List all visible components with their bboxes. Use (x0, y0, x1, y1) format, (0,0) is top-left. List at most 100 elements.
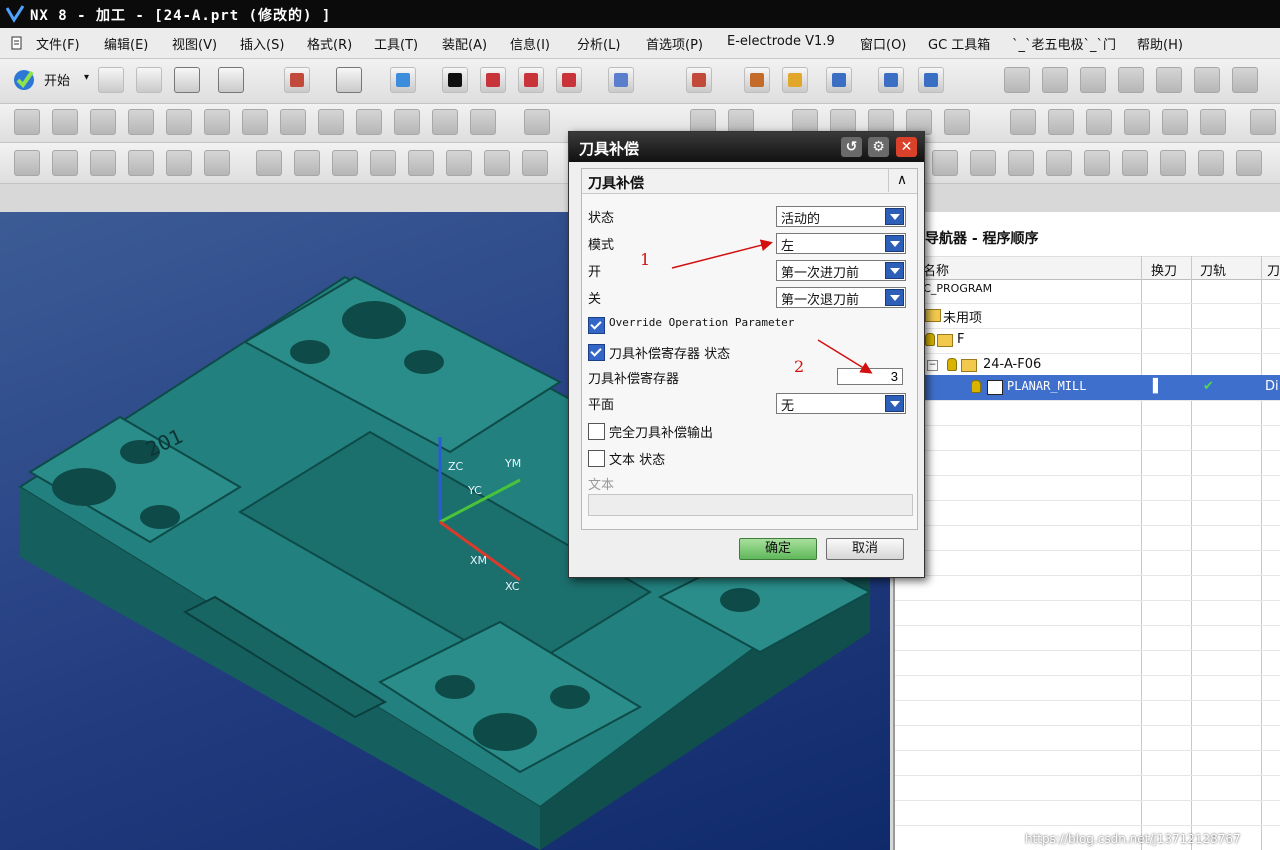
cancel-button[interactable]: 取消 (826, 538, 904, 560)
text-status-checkbox[interactable] (588, 450, 605, 467)
cylinder-icon[interactable] (480, 67, 506, 93)
menu-insert[interactable]: 插入(S) (240, 34, 284, 53)
select-cursor-icon[interactable] (218, 67, 244, 93)
tree-row-planar-mill[interactable]: PLANAR_MILL ▌ ✔ Di (895, 375, 1280, 401)
toolbar-icon[interactable] (204, 109, 230, 135)
toolbar-icon[interactable] (408, 150, 434, 176)
dropdown-arrow-icon[interactable] (885, 395, 904, 412)
menu-information[interactable]: 信息(I) (510, 34, 550, 53)
csys-icon[interactable] (686, 67, 712, 93)
override-checkbox[interactable] (588, 317, 605, 334)
toolbar-icon[interactable] (522, 150, 548, 176)
open-folder-icon[interactable] (136, 67, 162, 93)
dialog-title-bar[interactable]: 刀具补偿 ↺ ⚙ ✕ (569, 132, 924, 162)
menu-tools[interactable]: 工具(T) (374, 34, 418, 53)
plane-select[interactable]: 无 (776, 393, 906, 414)
toolbar-icon[interactable] (318, 109, 344, 135)
menu-laowu-electrode[interactable]: `_`老五电极`_`门 (1012, 34, 1116, 53)
dropdown-arrow-icon[interactable] (885, 235, 904, 252)
status-select[interactable]: 活动的 (776, 206, 906, 227)
toolbar-icon[interactable] (1080, 67, 1106, 93)
toolbar-icon[interactable] (14, 109, 40, 135)
toolbar-icon[interactable] (90, 150, 116, 176)
toolbar-icon[interactable] (1156, 67, 1182, 93)
tree-row-unused[interactable]: 未用项 (895, 303, 1280, 329)
menu-preferences[interactable]: 首选项(P) (646, 34, 703, 53)
toolbar-icon[interactable] (1042, 67, 1068, 93)
toolbar-icon[interactable] (1232, 67, 1258, 93)
fit-view-icon[interactable] (284, 67, 310, 93)
generate-path-icon[interactable] (826, 67, 852, 93)
close-icon[interactable]: ✕ (896, 137, 917, 157)
register-input[interactable] (837, 368, 903, 385)
postprocess-icon[interactable] (918, 67, 944, 93)
section-icon[interactable] (556, 67, 582, 93)
menu-analysis[interactable]: 分析(L) (577, 34, 620, 53)
menu-assembly[interactable]: 装配(A) (442, 34, 487, 53)
toolbar-icon[interactable] (204, 150, 230, 176)
rotate-icon[interactable] (336, 67, 362, 93)
dropdown-arrow-icon[interactable] (885, 289, 904, 306)
toolbar-icon[interactable] (1086, 109, 1112, 135)
full-output-checkbox[interactable] (588, 423, 605, 440)
toolbar-icon[interactable] (242, 109, 268, 135)
mode-select[interactable]: 左 (776, 233, 906, 254)
toolbar-icon[interactable] (446, 150, 472, 176)
toolbar-icon[interactable] (128, 150, 154, 176)
menu-format[interactable]: 格式(R) (307, 34, 352, 53)
menu-view[interactable]: 视图(V) (172, 34, 217, 53)
column-tool-path[interactable]: 刀轨 (1200, 260, 1226, 279)
close-select[interactable]: 第一次退刀前 (776, 287, 906, 308)
verify-path-icon[interactable] (878, 67, 904, 93)
column-tool[interactable]: 刀 (1267, 260, 1280, 279)
toolbar-icon[interactable] (166, 150, 192, 176)
toolbar-icon[interactable] (1200, 109, 1226, 135)
toolbar-icon[interactable] (970, 150, 996, 176)
dialog-section-header[interactable]: 刀具补偿 ∧ (582, 169, 917, 194)
menu-help[interactable]: 帮助(H) (1137, 34, 1183, 53)
key-icon[interactable] (782, 67, 808, 93)
toolbar-icon[interactable] (52, 109, 78, 135)
toolbar-icon[interactable] (14, 150, 40, 176)
sphere-icon[interactable] (442, 67, 468, 93)
dropdown-arrow-icon[interactable] (885, 208, 904, 225)
settings-icon[interactable]: ⚙ (868, 137, 889, 157)
save-icon[interactable] (174, 67, 200, 93)
menu-file[interactable]: 文件(F) (36, 34, 80, 53)
collapse-icon[interactable]: − (927, 360, 938, 371)
toolbar-icon[interactable] (394, 109, 420, 135)
toolbar-icon[interactable] (1008, 150, 1034, 176)
ok-button[interactable]: 确定 (739, 538, 817, 560)
toolbar-icon[interactable] (524, 109, 550, 135)
tree-row-f[interactable]: F (895, 328, 1280, 354)
toolbar-icon[interactable] (1160, 150, 1186, 176)
menu-window[interactable]: 窗口(O) (860, 34, 906, 53)
toolbar-icon[interactable] (1162, 109, 1188, 135)
toolbar-icon[interactable] (332, 150, 358, 176)
toolbar-icon[interactable] (1084, 150, 1110, 176)
toolbar-icon[interactable] (432, 109, 458, 135)
collapse-up-icon[interactable]: ∧ (888, 169, 915, 192)
toolbar-icon[interactable] (1048, 109, 1074, 135)
toolbar-icon[interactable] (1046, 150, 1072, 176)
toolbar-icon[interactable] (944, 109, 970, 135)
toolbar-icon[interactable] (1236, 150, 1262, 176)
toolbar-icon[interactable] (90, 109, 116, 135)
toolbar-icon[interactable] (128, 109, 154, 135)
toolbar-icon[interactable] (356, 109, 382, 135)
menu-e-electrode[interactable]: E-electrode V1.9 (727, 34, 835, 49)
menu-gc-toolbox[interactable]: GC 工具箱 (928, 34, 990, 53)
text-field[interactable] (588, 494, 913, 516)
toolbar-icon[interactable] (1194, 67, 1220, 93)
toolbar-icon[interactable] (294, 150, 320, 176)
toolbar-icon[interactable] (370, 150, 396, 176)
column-name[interactable]: 名称 (923, 260, 949, 279)
register-status-checkbox[interactable] (588, 344, 605, 361)
toolbar-icon[interactable] (484, 150, 510, 176)
new-file-icon[interactable] (98, 67, 124, 93)
view-orient-icon[interactable] (608, 67, 634, 93)
toolbar-icon[interactable] (1122, 150, 1148, 176)
toolbar-icon[interactable] (470, 109, 496, 135)
toolbar-icon[interactable] (1118, 67, 1144, 93)
shaded-cube-icon[interactable] (390, 67, 416, 93)
